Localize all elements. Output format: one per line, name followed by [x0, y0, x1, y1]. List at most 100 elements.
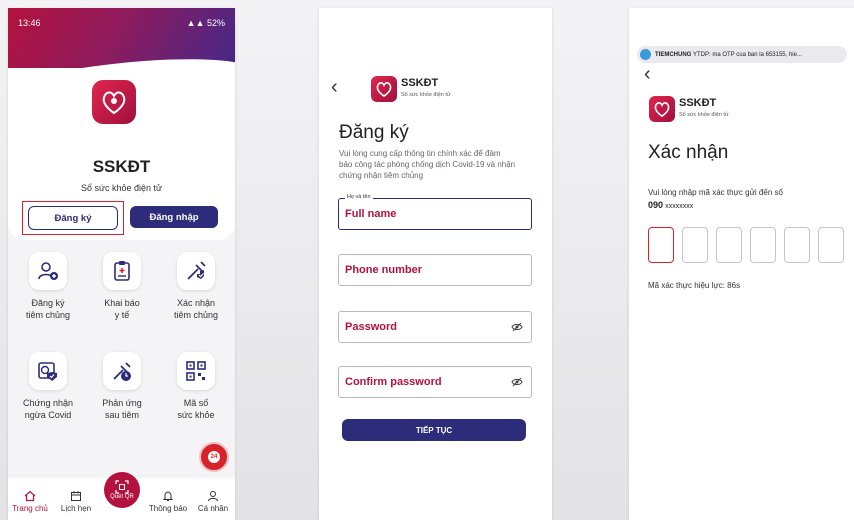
heart-logo-icon: [654, 102, 670, 118]
continue-button[interactable]: TIẾP TỤC: [342, 419, 526, 441]
otp-screen: TIEMCHUNG YTDP: ma OTP cua ban la 653155…: [629, 8, 854, 520]
signal-icon: ▲▲: [186, 18, 207, 28]
grid-register-vaccination[interactable]: Đăng ký tiêm chủng: [12, 252, 84, 321]
phone-placeholder: Phone number: [345, 264, 423, 276]
grid-post-vaccination-reaction[interactable]: Phản ứng sau tiêm: [86, 352, 158, 421]
grid-label: sức khỏe: [177, 410, 215, 420]
home-icon: [24, 490, 36, 502]
otp-phone: 090 xxxxxxxx: [648, 200, 693, 212]
status-bar: 13:46 ▲▲ 52%: [18, 18, 225, 28]
phone-masked: xxxxxxxx: [665, 203, 694, 210]
grid-health-code[interactable]: Mã số sức khỏe: [160, 352, 232, 421]
register-button[interactable]: Đăng ký: [28, 206, 118, 230]
tab-appointments[interactable]: Lịch hẹn: [54, 490, 98, 513]
hotline-label: 24: [210, 454, 218, 460]
brand-subtitle: Sổ sức khỏe điện tử: [679, 112, 729, 118]
syringe-check-icon: [187, 261, 206, 280]
heart-logo-icon: [102, 91, 126, 115]
notification-text: YTDP: ma OTP cua ban la 653155, hie...: [693, 51, 802, 58]
tab-label: Cá nhân: [197, 504, 229, 513]
grid-label: Đăng ký: [31, 298, 65, 308]
back-button[interactable]: ‹: [644, 63, 651, 86]
grid-label: Mã số: [183, 398, 209, 408]
brand-name: SSKĐT: [401, 77, 439, 89]
tab-label: Thông báo: [148, 504, 188, 513]
scan-qr-icon: [115, 480, 129, 494]
tab-home[interactable]: Trang chủ: [8, 490, 52, 513]
eye-off-icon[interactable]: [511, 376, 523, 388]
eye-off-icon[interactable]: [511, 321, 523, 333]
bell-icon: [162, 491, 174, 501]
chevron-left-icon: ‹: [644, 63, 651, 85]
sms-notification[interactable]: TIEMCHUNG YTDP: ma OTP cua ban la 653155…: [637, 46, 847, 63]
notification-sender: TIEMCHUNG: [655, 51, 692, 58]
status-battery: 52%: [206, 18, 225, 28]
phone-field[interactable]: Phone number: [338, 254, 532, 286]
welcome-card: SSKĐT Sổ sức khỏe điện tử Đăng ký Đăng n…: [8, 68, 235, 240]
grid-medical-declaration[interactable]: Khai báo y tế: [86, 252, 158, 321]
grid-label: tiêm chủng: [25, 310, 71, 320]
description-line: chứng nhận tiêm chủng: [339, 171, 424, 180]
grid-label: tiêm chủng: [173, 310, 219, 320]
page-title: Xác nhận: [648, 142, 729, 163]
fullname-placeholder: Full name: [345, 208, 397, 220]
back-button[interactable]: ‹: [331, 76, 338, 99]
scan-qr-label: Quét QR: [110, 494, 134, 500]
otp-digit-input[interactable]: [648, 227, 674, 263]
message-icon: [640, 49, 651, 60]
app-logo: [92, 80, 136, 124]
page-title: Đăng ký: [339, 122, 409, 143]
description-line: Vui lòng cung cấp thông tin chính xác để…: [339, 149, 501, 158]
qr-code-icon: [186, 361, 206, 381]
otp-digit-input[interactable]: [682, 227, 708, 263]
tab-label: Trang chủ: [12, 504, 48, 513]
grid-label: y tế: [114, 310, 130, 320]
description-line: bảo công tác phòng chống dịch Covid-19 v…: [339, 160, 516, 169]
app-subtitle: Sổ sức khỏe điện tử: [80, 183, 163, 193]
grid-label: Xác nhận: [176, 298, 216, 308]
clipboard-icon: [114, 261, 130, 281]
page-description: Vui lòng cung cấp thông tin chính xác để…: [339, 148, 539, 181]
otp-digit-input[interactable]: [818, 227, 844, 263]
grid-label: sau tiêm: [104, 410, 139, 420]
otp-validity: Mã xác thực hiệu lực: 86s: [648, 281, 741, 290]
tab-label: Lịch hẹn: [60, 504, 92, 513]
grid-label: Chứng nhận: [22, 398, 74, 408]
app-logo: [371, 76, 397, 102]
register-screen: ‹ SSKĐT Sổ sức khỏe điện tử Đăng ký Vui …: [319, 8, 552, 520]
password-placeholder: Password: [345, 321, 397, 333]
tab-profile[interactable]: Cá nhân: [191, 490, 235, 513]
person-icon: [208, 491, 218, 502]
scan-qr-button[interactable]: Quét QR: [104, 472, 140, 508]
otp-digit-input[interactable]: [750, 227, 776, 263]
hotline-button[interactable]: 24: [199, 442, 229, 472]
home-screen: 13:46 ▲▲ 52% SSKĐT Sổ sức khỏe điện tử Đ…: [8, 8, 235, 520]
heart-logo-icon: [376, 82, 392, 98]
chevron-left-icon: ‹: [331, 76, 338, 98]
calendar-icon: [71, 491, 81, 501]
grid-covid-certificate[interactable]: Chứng nhận ngừa Covid: [12, 352, 84, 421]
grid-label: ngừa Covid: [24, 410, 72, 420]
user-add-icon: [38, 262, 58, 280]
grid-label: Phản ứng: [102, 398, 142, 408]
grid-confirm-vaccination[interactable]: Xác nhận tiêm chủng: [160, 252, 232, 321]
otp-instruction: Vui lòng nhập mã xác thực gửi đến số: [648, 188, 783, 197]
tab-notifications[interactable]: Thông báo: [146, 490, 190, 513]
status-time: 13:46: [18, 18, 41, 28]
reaction-icon: [113, 362, 131, 381]
fullname-field[interactable]: Họ và tên Full name: [338, 194, 532, 230]
grid-label: Khai báo: [104, 298, 140, 308]
login-button[interactable]: Đăng nhập: [130, 206, 218, 228]
otp-digit-input[interactable]: [784, 227, 810, 263]
phone-prefix: 090: [648, 200, 664, 210]
app-logo: [649, 96, 675, 122]
otp-digit-input[interactable]: [716, 227, 742, 263]
certificate-icon: [38, 362, 57, 381]
confirm-password-field[interactable]: Confirm password: [338, 366, 532, 398]
field-legend: Họ và tên: [345, 194, 373, 200]
confirm-password-placeholder: Confirm password: [345, 376, 442, 388]
password-field[interactable]: Password: [338, 311, 532, 343]
brand-subtitle: Sổ sức khỏe điện tử: [401, 92, 451, 98]
brand-name: SSKĐT: [679, 97, 717, 109]
app-title: SSKĐT: [92, 157, 151, 176]
